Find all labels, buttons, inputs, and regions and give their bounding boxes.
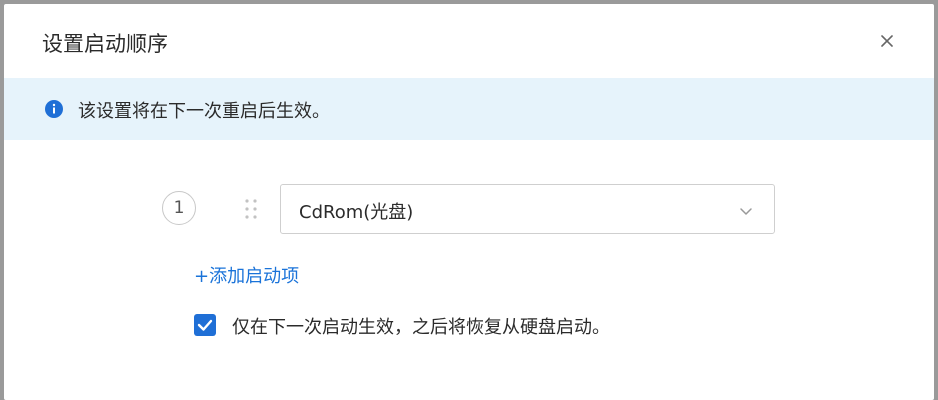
- boot-order-dialog: 设置启动顺序 该设置将在下一次重启后生效。 1 CdRom(光盘) +添加启动项…: [4, 4, 934, 400]
- close-button[interactable]: [874, 28, 900, 54]
- chevron-down-icon: [740, 208, 752, 215]
- dialog-title: 设置启动顺序: [42, 32, 168, 56]
- notice-text: 该设置将在下一次重启后生效。: [78, 101, 330, 122]
- drag-handle[interactable]: [244, 198, 258, 220]
- boot-device-select[interactable]: CdRom(光盘): [280, 184, 775, 234]
- dialog-header: 设置启动顺序: [4, 4, 934, 78]
- boot-order-index: 1: [162, 191, 196, 225]
- close-icon: [881, 35, 893, 47]
- boot-order-row: 1 CdRom(光盘): [4, 184, 934, 234]
- info-icon: [45, 100, 63, 118]
- boot-device-value: CdRom(光盘): [299, 202, 414, 223]
- add-boot-item-link[interactable]: +添加启动项: [194, 262, 299, 288]
- info-notice: 该设置将在下一次重启后生效。: [4, 78, 934, 140]
- drag-handle-icon: [245, 199, 257, 219]
- checkmark-icon: [197, 319, 213, 331]
- next-boot-only-checkbox[interactable]: [194, 314, 216, 336]
- next-boot-only-label: 仅在下一次启动生效，之后将恢复从硬盘启动。: [232, 317, 610, 338]
